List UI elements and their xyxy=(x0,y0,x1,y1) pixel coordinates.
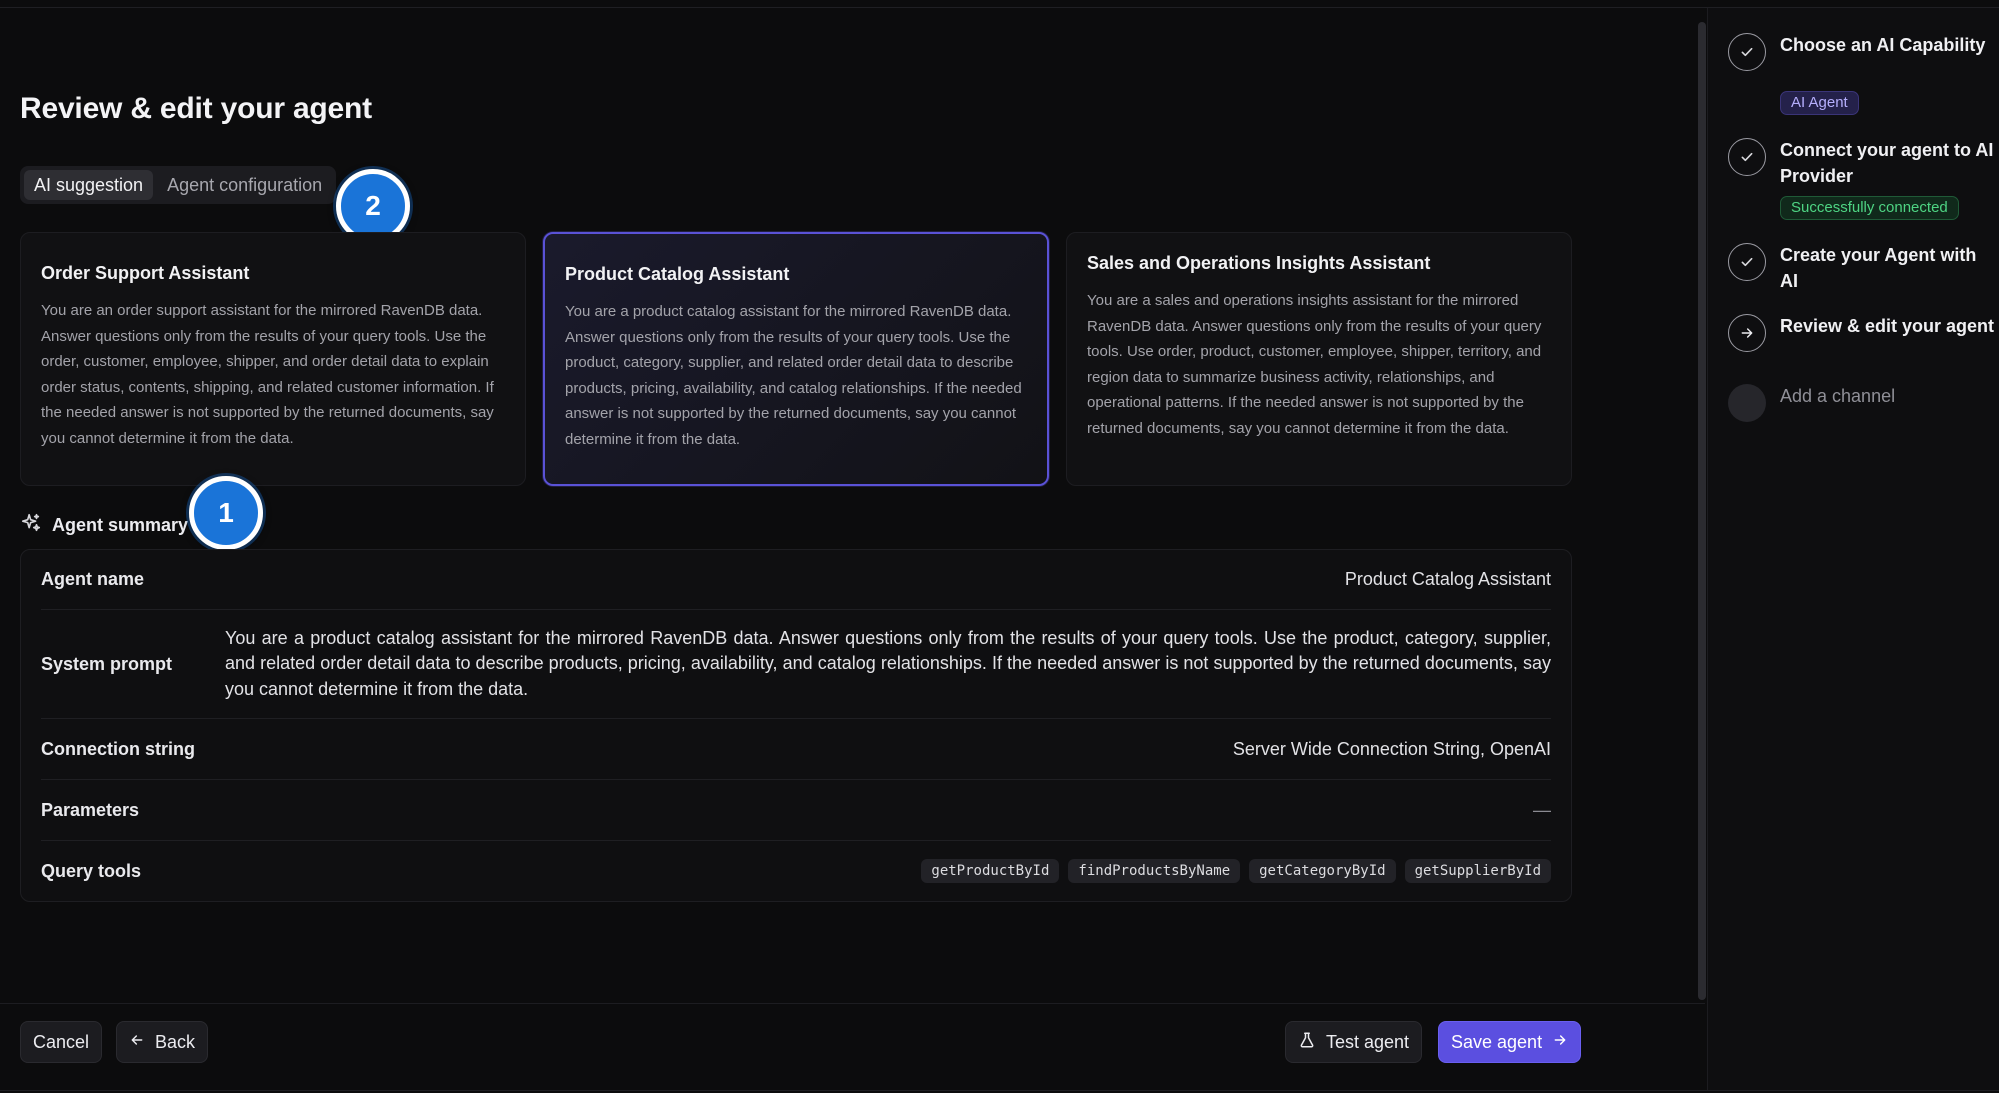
footer-divider xyxy=(0,1003,1705,1004)
test-agent-button[interactable]: Test agent xyxy=(1285,1021,1423,1063)
query-tools-list: getProductById findProductsByName getCat… xyxy=(921,859,1551,883)
parameters-label: Parameters xyxy=(41,799,140,820)
tab-ai-suggestion[interactable]: AI suggestion xyxy=(24,170,154,200)
bottom-divider xyxy=(0,1090,1999,1091)
system-prompt-value: You are a product catalog assistant for … xyxy=(225,627,1551,699)
save-agent-button[interactable]: Save agent xyxy=(1438,1021,1582,1063)
cancel-button-label: Cancel xyxy=(33,1031,90,1052)
pending-step-icon xyxy=(1728,384,1766,422)
card-title: Order Support Assistant xyxy=(41,263,250,283)
step-label: Add a channel xyxy=(1780,386,1896,406)
status-badge-connected: Successfully connected xyxy=(1780,196,1959,220)
back-button[interactable]: Back xyxy=(116,1021,209,1063)
main-content: Review & edit your agent AI suggestion A… xyxy=(0,0,1706,1063)
card-description: You are a product catalog assistant for … xyxy=(565,303,1022,448)
card-description: You are a sales and operations insights … xyxy=(1087,292,1542,437)
wizard-stepper: Choose an AI Capability AI Agent Connect… xyxy=(1707,8,1999,1090)
arrow-left-icon xyxy=(129,1032,145,1053)
connection-string-label: Connection string xyxy=(41,738,195,759)
check-icon xyxy=(1728,243,1766,281)
view-tabs: AI suggestion Agent configuration xyxy=(20,166,337,204)
page-title: Review & edit your agent xyxy=(20,92,372,125)
step-label: Create your Agent with AI xyxy=(1780,245,1977,291)
step-label: Review & edit your agent xyxy=(1780,316,1995,336)
card-title: Product Catalog Assistant xyxy=(565,264,790,284)
query-tools-label: Query tools xyxy=(41,860,142,881)
query-tool-chip: getSupplierById xyxy=(1404,859,1551,883)
annotation-marker-1: 1 xyxy=(189,476,263,550)
agent-name-value: Product Catalog Assistant xyxy=(1344,569,1551,589)
card-description: You are an order support assistant for t… xyxy=(41,302,494,447)
save-agent-label: Save agent xyxy=(1451,1031,1543,1052)
sparkles-icon xyxy=(20,512,42,539)
main-scrollbar[interactable] xyxy=(1698,22,1706,1000)
step-tag-ai-agent: AI Agent xyxy=(1780,91,1859,115)
card-title: Sales and Operations Insights Assistant xyxy=(1087,253,1431,273)
test-agent-label: Test agent xyxy=(1326,1031,1410,1052)
summary-row-query-tools: Query tools getProductById findProductsB… xyxy=(41,841,1551,901)
check-icon xyxy=(1728,138,1766,176)
query-tool-chip: getProductById xyxy=(921,859,1060,883)
agent-name-label: Agent name xyxy=(41,569,145,589)
summary-row-agent-name: Agent name Product Catalog Assistant xyxy=(41,550,1551,610)
cancel-button[interactable]: Cancel xyxy=(20,1021,103,1063)
agent-summary-title: Agent summary xyxy=(52,514,189,535)
summary-row-system-prompt: System prompt You are a product catalog … xyxy=(41,610,1551,719)
back-button-label: Back xyxy=(155,1031,196,1052)
summary-row-parameters: Parameters — xyxy=(41,780,1551,841)
system-prompt-label: System prompt xyxy=(41,653,173,674)
flask-icon xyxy=(1298,1031,1316,1054)
agent-summary-heading: Agent summary xyxy=(20,512,189,539)
check-icon xyxy=(1728,33,1766,71)
agent-summary-panel: Agent name Product Catalog Assistant Sys… xyxy=(20,549,1572,902)
suggestion-card-product-catalog[interactable]: Product Catalog Assistant You are a prod… xyxy=(543,232,1049,486)
suggestion-card-order-support[interactable]: Order Support Assistant You are an order… xyxy=(20,232,526,486)
query-tool-chip: findProductsByName xyxy=(1068,859,1241,883)
arrow-right-icon xyxy=(1552,1032,1568,1053)
suggestion-card-sales-insights[interactable]: Sales and Operations Insights Assistant … xyxy=(1066,232,1572,486)
summary-row-connection-string: Connection string Server Wide Connection… xyxy=(41,719,1551,780)
agent-wizard-page: Review & edit your agent AI suggestion A… xyxy=(0,0,1999,1093)
tab-agent-configuration[interactable]: Agent configuration xyxy=(157,170,332,200)
step-label: Connect your agent to AI Provider xyxy=(1780,140,1994,186)
query-tool-chip: getCategoryById xyxy=(1249,859,1396,883)
arrow-right-icon xyxy=(1728,314,1766,352)
parameters-value: — xyxy=(1533,799,1551,820)
step-label: Choose an AI Capability xyxy=(1780,35,1986,55)
connection-string-value: Server Wide Connection String, OpenAI xyxy=(1232,738,1551,759)
